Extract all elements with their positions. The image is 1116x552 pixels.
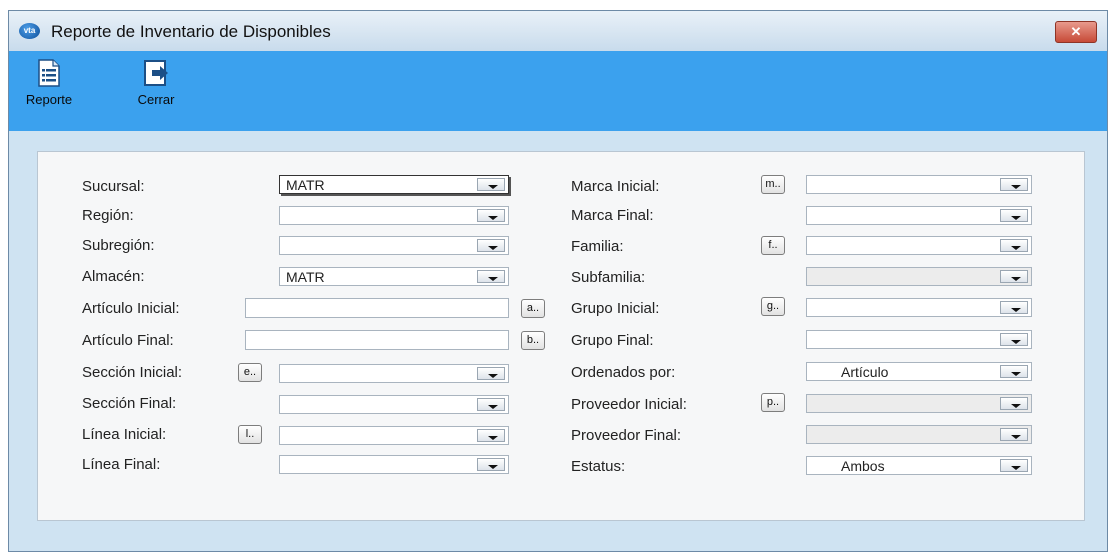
close-window-button[interactable]: ✕ (1055, 21, 1097, 43)
chevron-down-icon[interactable] (1000, 239, 1028, 252)
chevron-down-icon[interactable] (477, 239, 505, 252)
sucursal-label: Sucursal: (82, 178, 145, 195)
ordenados-por-value: Artículo (841, 364, 889, 380)
chevron-down-icon[interactable] (1000, 178, 1028, 191)
almacen-select[interactable]: MATR (279, 267, 509, 286)
report-window: vta Reporte de Inventario de Disponibles… (8, 10, 1108, 552)
proveedor-inicial-search-button[interactable]: p.. (761, 393, 785, 412)
familia-search-button[interactable]: f.. (761, 236, 785, 255)
articulo-inicial-label: Artículo Inicial: (82, 300, 180, 317)
articulo-final-label: Artículo Final: (82, 332, 174, 349)
chevron-down-icon[interactable] (477, 178, 505, 191)
window-title: Reporte de Inventario de Disponibles (51, 22, 331, 41)
seccion-inicial-search-button[interactable]: e.. (238, 363, 262, 382)
chevron-down-icon[interactable] (477, 270, 505, 283)
grupo-inicial-search-button[interactable]: g.. (761, 297, 785, 316)
proveedor-inicial-label: Proveedor Inicial: (571, 396, 687, 413)
familia-select[interactable] (806, 236, 1032, 255)
estatus-value: Ambos (841, 458, 885, 474)
marca-final-select[interactable] (806, 206, 1032, 225)
chevron-down-icon[interactable] (477, 429, 505, 442)
sucursal-value: MATR (286, 177, 325, 193)
grupo-final-select[interactable] (806, 330, 1032, 349)
estatus-label: Estatus: (571, 458, 626, 475)
toolbar: Reporte Cerrar (9, 51, 1107, 131)
marca-inicial-search-button[interactable]: m.. (761, 175, 785, 194)
chevron-down-icon[interactable] (477, 458, 505, 471)
marca-inicial-select[interactable] (806, 175, 1032, 194)
app-logo-icon: vta (19, 23, 40, 39)
chevron-down-icon[interactable] (1000, 301, 1028, 314)
subfamilia-select[interactable] (806, 267, 1032, 286)
chevron-down-icon[interactable] (477, 398, 505, 411)
subfamilia-label: Subfamilia: (571, 269, 646, 286)
reporte-button[interactable]: Reporte (19, 59, 79, 107)
chevron-down-icon[interactable] (1000, 428, 1028, 441)
reporte-label: Reporte (25, 92, 73, 107)
report-document-icon (36, 59, 62, 87)
filter-panel: Sucursal: MATR Región: Subregión: Almacé… (37, 151, 1085, 521)
articulo-inicial-input[interactable] (245, 298, 509, 318)
chevron-down-icon[interactable] (1000, 459, 1028, 472)
linea-final-label: Línea Final: (82, 456, 161, 473)
linea-inicial-select[interactable] (279, 426, 509, 445)
marca-inicial-label: Marca Inicial: (571, 178, 660, 195)
seccion-final-label: Sección Final: (82, 395, 177, 412)
seccion-inicial-select[interactable] (279, 364, 509, 383)
grupo-inicial-select[interactable] (806, 298, 1032, 317)
proveedor-final-select[interactable] (806, 425, 1032, 444)
proveedor-inicial-select[interactable] (806, 394, 1032, 413)
cerrar-button[interactable]: Cerrar (131, 59, 181, 107)
chevron-down-icon[interactable] (1000, 397, 1028, 410)
subregion-label: Subregión: (82, 237, 155, 254)
grupo-inicial-label: Grupo Inicial: (571, 300, 660, 317)
almacen-label: Almacén: (82, 268, 145, 285)
ordenados-por-label: Ordenados por: (571, 364, 676, 381)
linea-inicial-search-button[interactable]: l.. (238, 425, 262, 444)
articulo-final-search-button[interactable]: b.. (521, 331, 545, 350)
region-select[interactable] (279, 206, 509, 225)
sucursal-select[interactable]: MATR (279, 175, 509, 194)
chevron-down-icon[interactable] (1000, 365, 1028, 378)
marca-final-label: Marca Final: (571, 207, 654, 224)
chevron-down-icon[interactable] (1000, 270, 1028, 283)
chevron-down-icon[interactable] (477, 367, 505, 380)
ordenados-por-select[interactable]: Artículo (806, 362, 1032, 381)
linea-final-select[interactable] (279, 455, 509, 474)
linea-inicial-label: Línea Inicial: (82, 426, 167, 443)
exit-arrow-icon (143, 59, 169, 87)
region-label: Región: (82, 207, 134, 224)
chevron-down-icon[interactable] (1000, 209, 1028, 222)
title-bar: vta Reporte de Inventario de Disponibles… (9, 11, 1107, 52)
proveedor-final-label: Proveedor Final: (571, 427, 682, 444)
seccion-final-select[interactable] (279, 395, 509, 414)
cerrar-label: Cerrar (137, 92, 175, 107)
almacen-value: MATR (286, 269, 325, 285)
articulo-inicial-search-button[interactable]: a.. (521, 299, 545, 318)
subregion-select[interactable] (279, 236, 509, 255)
chevron-down-icon[interactable] (1000, 333, 1028, 346)
familia-label: Familia: (571, 238, 624, 255)
chevron-down-icon[interactable] (477, 209, 505, 222)
estatus-select[interactable]: Ambos (806, 456, 1032, 475)
articulo-final-input[interactable] (245, 330, 509, 350)
grupo-final-label: Grupo Final: (571, 332, 654, 349)
seccion-inicial-label: Sección Inicial: (82, 364, 183, 381)
